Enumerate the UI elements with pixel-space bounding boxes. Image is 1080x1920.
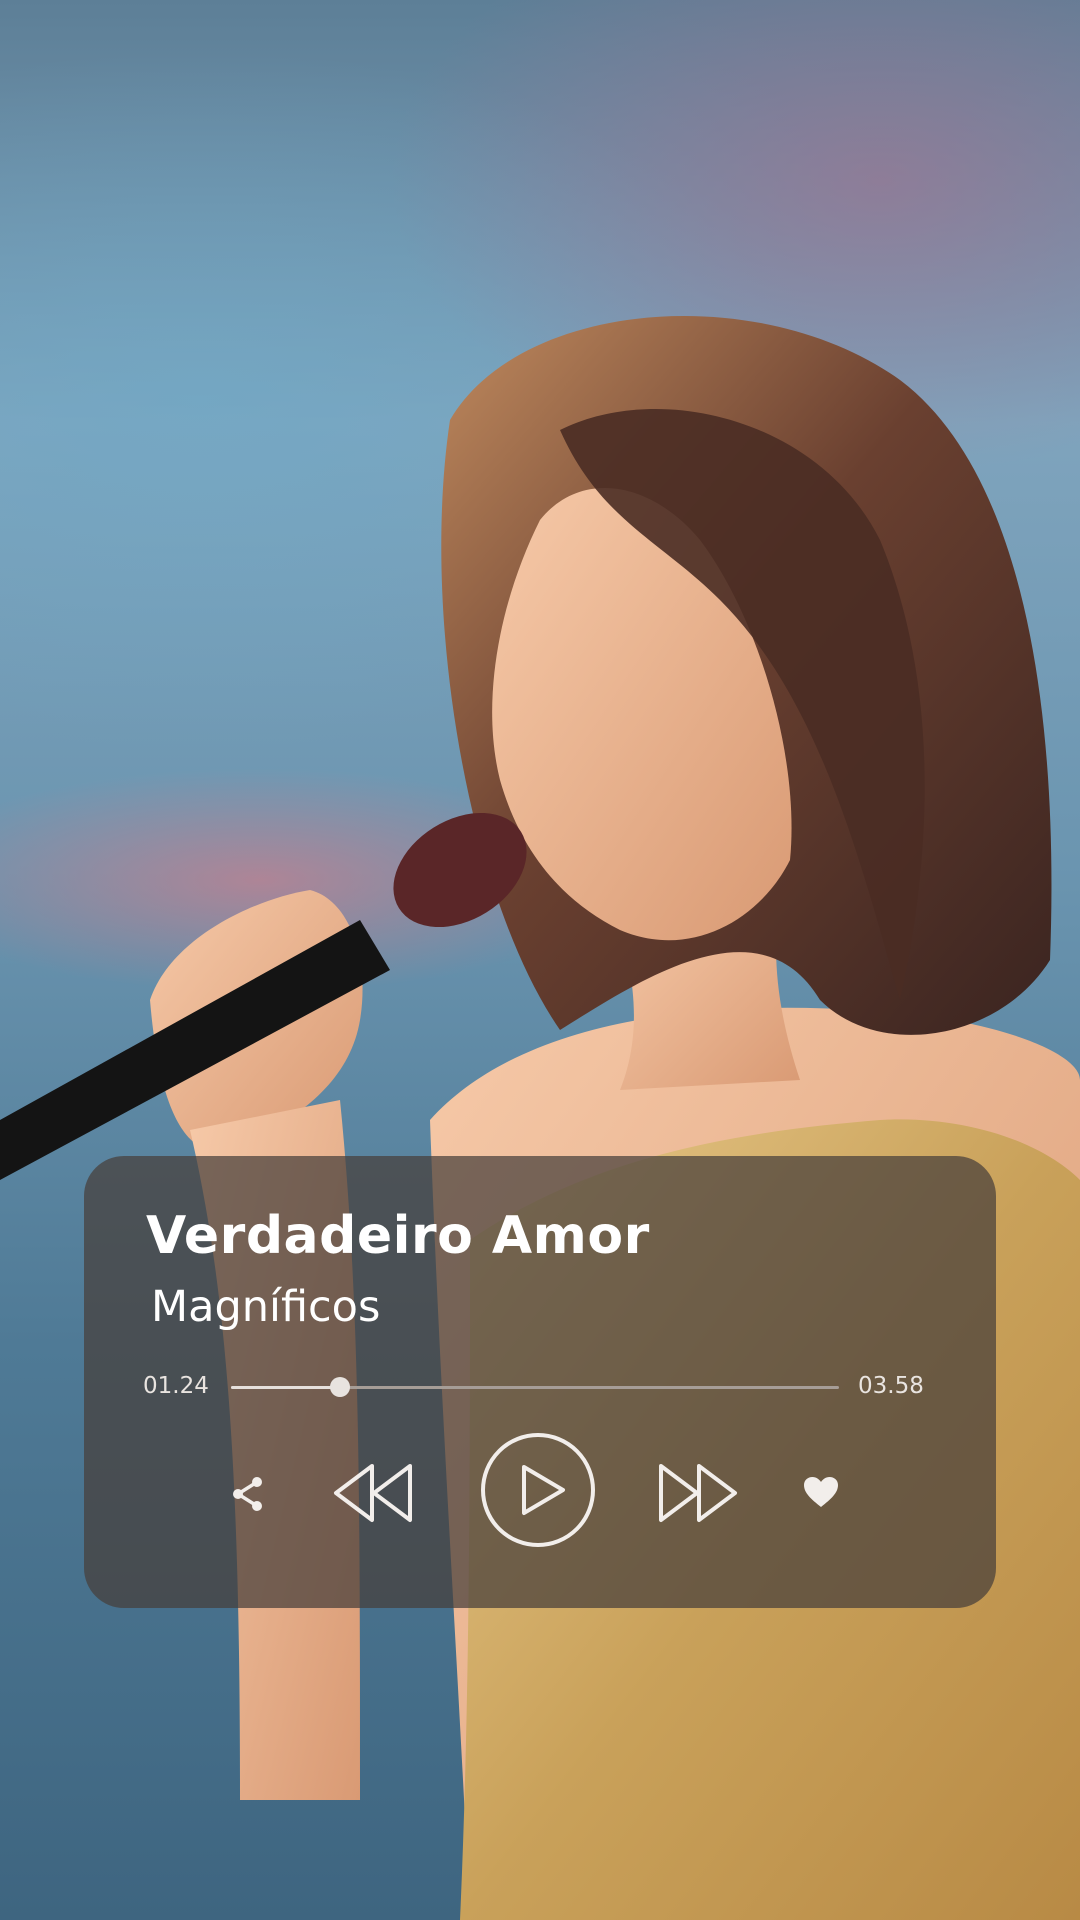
like-button[interactable] [797, 1468, 845, 1516]
total-duration: 03.58 [858, 1373, 924, 1399]
share-icon [233, 1477, 262, 1511]
rewind-icon [334, 1464, 412, 1522]
video-screen: Verdadeiro Amor Magníficos 01.24 03.58 [0, 0, 1080, 1920]
rewind-button[interactable] [328, 1453, 418, 1533]
fast-forward-icon [659, 1464, 737, 1522]
share-button[interactable] [222, 1468, 274, 1520]
heart-icon [804, 1477, 838, 1507]
play-button[interactable] [476, 1428, 600, 1552]
artist-name: Magníficos [151, 1282, 381, 1332]
elapsed-time: 01.24 [143, 1373, 209, 1399]
fast-forward-button[interactable] [653, 1453, 743, 1533]
progress-fill [231, 1386, 341, 1389]
progress-slider[interactable] [231, 1377, 839, 1397]
performer-image [0, 315, 1080, 1920]
song-title: Verdadeiro Amor [146, 1206, 650, 1266]
play-icon [481, 1433, 595, 1547]
